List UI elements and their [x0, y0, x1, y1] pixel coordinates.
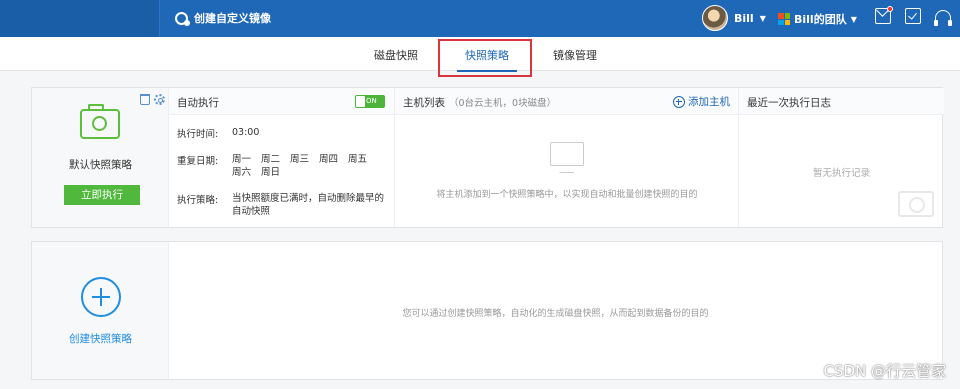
team-icon [778, 13, 790, 25]
create-policy-panel: 创建快照策略 您可以通过创建快照策略，自动化的生成磁盘快照，从而起到数据备份的目… [31, 241, 943, 380]
day-item: 周六 [232, 167, 252, 178]
auto-execute-header: 自动执行 ON [169, 88, 394, 115]
policy-name: 默认快照策略 [69, 159, 132, 171]
log-title: 最近一次执行日志 [747, 97, 831, 109]
headset-icon[interactable] [934, 10, 952, 26]
day-item: 周日 [261, 167, 281, 178]
log-column: 最近一次执行日志 暂无执行记录 [739, 88, 944, 227]
host-list-title: 主机列表 [403, 97, 445, 109]
chevron-down-icon: ▼ [850, 14, 857, 24]
policy-card: 默认快照策略 立即执行 [32, 88, 169, 227]
day-item: 周二 [261, 154, 281, 165]
header-title[interactable]: 创建自定义镜像 [175, 10, 271, 26]
add-host-label: 添加主机 [688, 96, 730, 108]
monitor-icon [550, 142, 584, 173]
host-list-count: （0台云主机，0块磁盘） [449, 98, 557, 109]
day-item: 周一 [232, 154, 252, 165]
user-name: Bill [734, 11, 754, 25]
plus-icon [81, 277, 121, 317]
host-list-column: 主机列表 （0台云主机，0块磁盘） 添加主机 将主机添加到一个快照策略中，以实现自… [395, 88, 739, 227]
repeat-days-label: 重复日期: [177, 156, 219, 167]
team-name: Bill的团队 [794, 13, 847, 26]
create-hint-text: 您可以通过创建快照策略，自动化的生成磁盘快照，从而起到数据备份的目的 [402, 309, 709, 319]
avatar[interactable] [702, 5, 728, 31]
repeat-days-list: 周一 周二 周三 周四 周五 周六 周日 [232, 153, 387, 179]
header-title-label: 创建自定义镜像 [194, 12, 271, 25]
policy-panel: 默认快照策略 立即执行 自动执行 ON 执行时间: 03:00 重复日期: 周一… [31, 87, 944, 228]
watermark: CSDN @行云管家 [823, 362, 946, 380]
run-now-button[interactable]: 立即执行 [64, 185, 140, 205]
log-header: 最近一次执行日志 [739, 88, 944, 115]
repeat-days-row: 重复日期: 周一 周二 周三 周四 周五 周六 周日 [177, 153, 387, 179]
strategy-row: 执行策略: 当快照额度已满时，自动删除最早的自动快照 [177, 192, 387, 218]
day-item: 周五 [348, 154, 368, 165]
host-list-header: 主机列表 （0台云主机，0块磁盘） 添加主机 [395, 88, 738, 115]
create-policy-card[interactable]: 创建快照策略 [32, 242, 169, 379]
top-icons [875, 6, 952, 26]
strategy-label: 执行策略: [177, 195, 219, 206]
camera-icon [80, 104, 120, 139]
add-host-button[interactable]: 添加主机 [673, 94, 730, 109]
user-menu[interactable]: Bill ▼ [702, 5, 766, 31]
plus-circle-icon [673, 95, 685, 108]
tab-disk-snapshot[interactable]: 磁盘快照 [374, 47, 418, 63]
day-item: 周四 [319, 154, 339, 165]
execute-time-label: 执行时间: [177, 129, 219, 140]
highlight-box [438, 39, 532, 77]
strategy-value: 当快照额度已满时，自动删除最早的自动快照 [232, 193, 385, 217]
execute-time-row: 执行时间: 03:00 [177, 126, 387, 140]
auto-execute-toggle[interactable]: ON [355, 95, 385, 108]
log-empty-text: 暂无执行记录 [812, 168, 870, 179]
chevron-down-icon: ▼ [759, 13, 766, 23]
create-policy-label: 创建快照策略 [69, 333, 132, 345]
logo-area[interactable] [0, 0, 160, 37]
mail-icon[interactable] [875, 6, 893, 24]
camera-icon [898, 191, 934, 217]
execute-time-value: 03:00 [232, 127, 260, 138]
gear-icon[interactable] [154, 94, 165, 105]
tab-image-management[interactable]: 镜像管理 [553, 47, 597, 63]
host-empty-text: 将主机添加到一个快照策略中，以实现自动和批量创建快照的目的 [436, 190, 698, 200]
team-menu[interactable]: Bill的团队 ▼ [778, 11, 857, 27]
auto-execute-title: 自动执行 [177, 97, 219, 109]
notification-dot [887, 6, 893, 12]
image-icon [175, 11, 190, 26]
task-check-icon[interactable] [905, 8, 921, 24]
day-item: 周三 [290, 154, 310, 165]
auto-execute-column: 自动执行 ON 执行时间: 03:00 重复日期: 周一 周二 周三 周四 周五… [169, 88, 395, 227]
card-actions [140, 94, 165, 105]
top-bar: 创建自定义镜像 Bill ▼ Bill的团队 ▼ [0, 0, 960, 37]
trash-icon[interactable] [140, 94, 150, 105]
